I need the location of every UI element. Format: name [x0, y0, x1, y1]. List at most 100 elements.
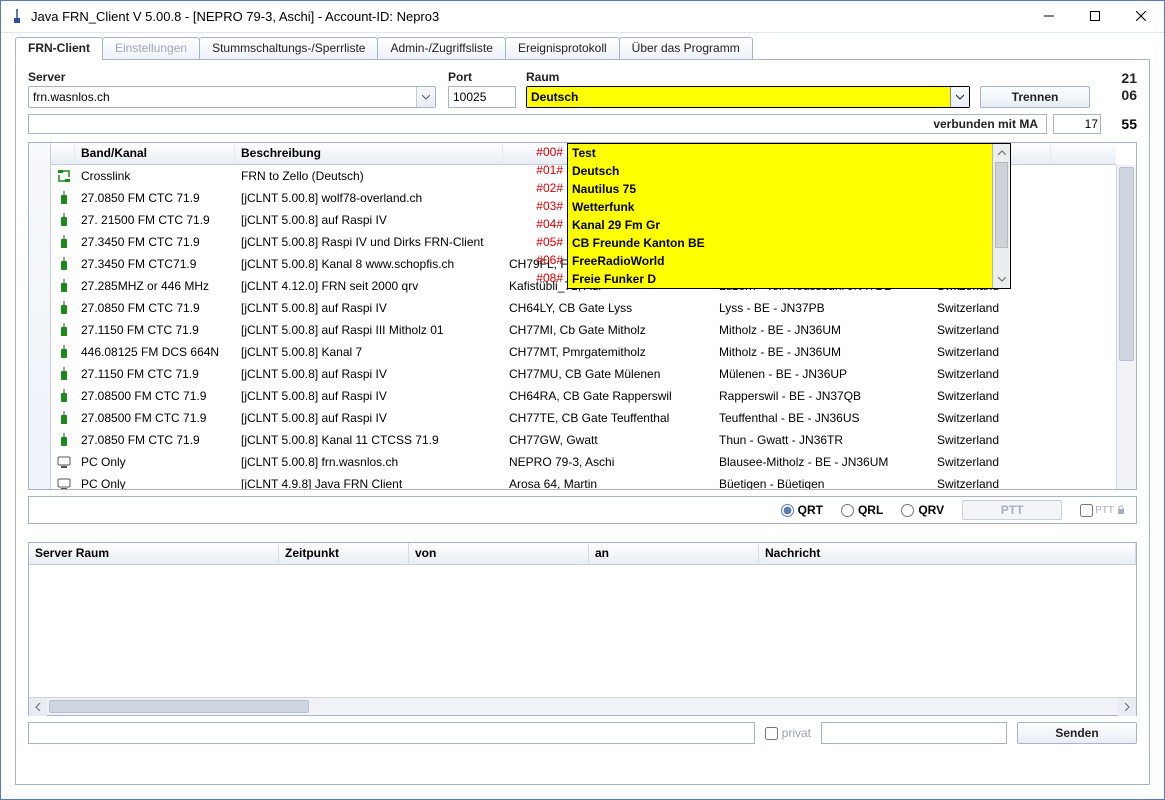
cell-ctry: Switzerland [931, 452, 1051, 472]
counter-rooms: 21 [1121, 70, 1137, 87]
hscroll-right-icon[interactable] [1118, 698, 1136, 716]
cell-band: 27.1150 FM CTC 71.9 [75, 364, 235, 384]
cell-loc: Mitholz - BE - JN36UM [713, 320, 931, 340]
raum-option[interactable]: FreeRadioWorld [568, 252, 1010, 270]
cell-desc: [jCLNT 5.00.8] Raspi IV und Dirks FRN-Cl… [235, 232, 503, 252]
cell-loc: Thun - Gwatt - JN36TR [713, 430, 931, 450]
cell-desc: FRN to Zello (Deutsch) [235, 166, 503, 186]
msgcol-von[interactable]: von [409, 543, 589, 564]
port-input[interactable] [448, 86, 516, 108]
recipient-box[interactable] [821, 722, 1007, 744]
col-band[interactable]: Band/Kanal [75, 143, 235, 164]
tab--ber-das-programm[interactable]: Über das Programm [619, 37, 753, 59]
index-overlay: #00##01##02##03##04##05##06##08# [525, 143, 567, 287]
send-button[interactable]: Senden [1017, 722, 1137, 744]
cell-band: 27.08500 FM CTC 71.9 [75, 386, 235, 406]
index-label: #08# [525, 269, 567, 287]
raum-drop-icon[interactable] [950, 87, 969, 107]
message-hscrollbar[interactable] [29, 697, 1136, 715]
server-input[interactable] [29, 87, 416, 107]
cell-desc: [jCLNT 5.00.8] Kanal 7 [235, 342, 503, 362]
dropdown-scrollbar[interactable] [992, 144, 1010, 288]
table-row[interactable]: 446.08125 FM DCS 664N[jCLNT 5.00.8] Kana… [51, 341, 1116, 363]
tab-stummschaltungs-sperrliste[interactable]: Stummschaltungs-/Sperrliste [199, 37, 378, 59]
tab-admin-zugriffsliste[interactable]: Admin-/Zugriffsliste [377, 37, 505, 59]
qrt-radio[interactable]: QRT [781, 503, 823, 517]
table-scroll-thumb[interactable] [1119, 167, 1134, 361]
raum-option[interactable]: CB Freunde Kanton BE [568, 234, 1010, 252]
connect-button[interactable]: Trennen [980, 86, 1090, 108]
raum-option[interactable]: Deutsch [568, 162, 1010, 180]
radio-icon [51, 188, 75, 209]
index-label: #00# [525, 143, 567, 161]
cell-desc: [jCLNT 5.00.8] frn.wasnlos.ch [235, 452, 503, 472]
field-labels: Server Port Raum [28, 70, 1137, 84]
raum-option[interactable]: Freie Funker D [568, 270, 1010, 288]
hscroll-thumb[interactable] [49, 700, 309, 713]
cell-band: Crosslink [75, 166, 235, 186]
scroll-down-icon[interactable] [993, 270, 1010, 288]
server-drop-icon[interactable] [416, 87, 435, 107]
corner-counters: 21 06 [1121, 70, 1137, 104]
cell-name: CH77GW, Gwatt [503, 430, 713, 450]
cell-desc: [jCLNT 5.00.8] auf Raspi IV [235, 364, 503, 384]
label-raum: Raum [526, 70, 970, 84]
message-log-panel: Server Raum Zeitpunkt von an Nachricht [28, 542, 1137, 716]
raum-option[interactable]: Nautilus 75 [568, 180, 1010, 198]
col-desc[interactable]: Beschreibung [235, 143, 503, 164]
raum-dropdown-list[interactable]: TestDeutschNautilus 75WetterfunkKanal 29… [567, 143, 1011, 289]
ptt-button[interactable]: PTT [962, 500, 1062, 520]
table-row[interactable]: 27.08500 FM CTC 71.9[jCLNT 5.00.8] auf R… [51, 385, 1116, 407]
cell-ctry: Switzerland [931, 386, 1051, 406]
table-scrollbar[interactable] [1116, 165, 1136, 489]
radio-icon [51, 232, 75, 253]
ptt-lock[interactable]: PTT [1080, 504, 1126, 517]
tab-bar: FRN-ClientEinstellungenStummschaltungs-/… [1, 33, 1164, 59]
cell-name: CH77MT, Pmrgatemitholz [503, 342, 713, 362]
cell-loc: Mülenen - BE - JN36UP [713, 364, 931, 384]
cell-name: CH64RA, CB Gate Rapperswil [503, 386, 713, 406]
raum-option[interactable]: Wetterfunk [568, 198, 1010, 216]
message-input[interactable] [28, 722, 755, 744]
radio-icon [51, 210, 75, 231]
msgcol-nachricht[interactable]: Nachricht [759, 543, 1136, 564]
cell-band: 27.08500 FM CTC 71.9 [75, 408, 235, 428]
msgcol-zeitpunkt[interactable]: Zeitpunkt [279, 543, 409, 564]
privat-checkbox[interactable]: privat [765, 726, 811, 740]
raum-input[interactable] [527, 87, 950, 107]
table-row[interactable]: 27.0850 FM CTC 71.9[jCLNT 5.00.8] auf Ra… [51, 297, 1116, 319]
msgcol-serverraum[interactable]: Server Raum [29, 543, 279, 564]
cell-band: 27.3450 FM CTC71.9 [75, 254, 235, 274]
tab-frn-client[interactable]: FRN-Client [15, 37, 103, 60]
cell-desc: [jCLNT 5.00.8] wolf78-overland.ch [235, 188, 503, 208]
msgcol-an[interactable]: an [589, 543, 759, 564]
minimize-button[interactable] [1026, 1, 1072, 31]
col-icon[interactable] [51, 143, 75, 164]
cell-ctry: Switzerland [931, 342, 1051, 362]
server-combo[interactable] [28, 86, 436, 108]
radio-icon [51, 430, 75, 451]
raum-option[interactable]: Test [568, 144, 1010, 162]
cell-loc: Lyss - BE - JN37PB [713, 298, 931, 318]
table-row[interactable]: 27.1150 FM CTC 71.9[jCLNT 5.00.8] auf Ra… [51, 319, 1116, 341]
close-button[interactable] [1118, 1, 1164, 31]
scroll-thumb[interactable] [995, 162, 1008, 248]
table-row[interactable]: PC Only[jCLNT 5.00.8] frn.wasnlos.chNEPR… [51, 451, 1116, 473]
table-row[interactable]: PC Only[jCLNT 4.9.8] Java FRN ClientAros… [51, 473, 1116, 489]
raum-combo[interactable] [526, 86, 970, 108]
table-row[interactable]: 27.1150 FM CTC 71.9[jCLNT 5.00.8] auf Ra… [51, 363, 1116, 385]
scroll-up-icon[interactable] [993, 144, 1010, 162]
table-row[interactable]: 27.0850 FM CTC 71.9[jCLNT 5.00.8] Kanal … [51, 429, 1116, 451]
tab-ereignisprotokoll[interactable]: Ereignisprotokoll [505, 37, 620, 59]
tab-einstellungen[interactable]: Einstellungen [102, 37, 200, 59]
counter-online: 06 [1121, 87, 1137, 104]
raum-option[interactable]: Kanal 29 Fm Gr [568, 216, 1010, 234]
ptt-lock-checkbox[interactable] [1080, 504, 1093, 517]
cell-band: 27.0850 FM CTC 71.9 [75, 298, 235, 318]
radio-icon [51, 364, 75, 385]
hscroll-left-icon[interactable] [29, 698, 47, 716]
table-row[interactable]: 27.08500 FM CTC 71.9[jCLNT 5.00.8] auf R… [51, 407, 1116, 429]
qrv-radio[interactable]: QRV [901, 503, 944, 517]
maximize-button[interactable] [1072, 1, 1118, 31]
qrl-radio[interactable]: QRL [841, 503, 883, 517]
